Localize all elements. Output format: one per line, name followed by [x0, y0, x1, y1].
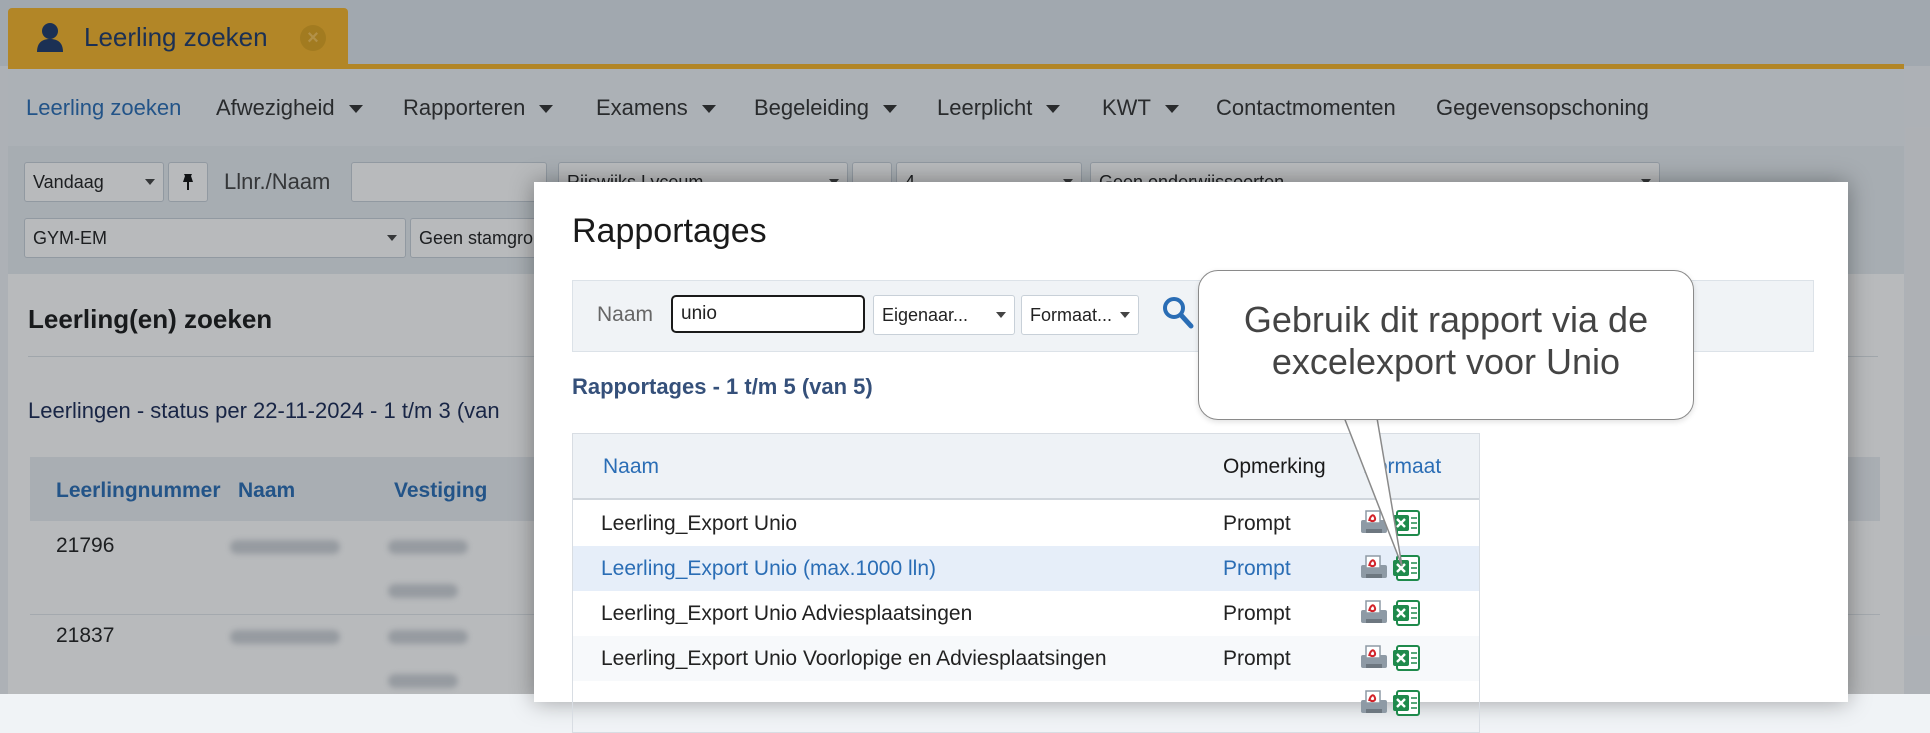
- table-row[interactable]: Leerling_Export Unio Adviesplaatsingen P…: [573, 591, 1479, 636]
- table-row[interactable]: Leerling_Export Unio Prompt: [573, 501, 1479, 546]
- report-remark: Prompt: [1223, 647, 1291, 670]
- callout-tooltip: Gebruik dit rapport via de excelexport v…: [1198, 270, 1694, 420]
- report-name: Leerling_Export Unio (max.1000 lln): [601, 557, 937, 580]
- report-remark: Prompt: [1223, 557, 1291, 580]
- table-row[interactable]: Leerling_Export Unio Voorlopige en Advie…: [573, 636, 1479, 681]
- table-row[interactable]: [573, 681, 1479, 726]
- pdf-icon[interactable]: [1359, 554, 1389, 582]
- excel-icon[interactable]: [1391, 554, 1421, 582]
- naam-search-input[interactable]: [671, 295, 865, 333]
- column-formaat[interactable]: Formaat: [1363, 455, 1441, 479]
- naam-label: Naam: [597, 303, 654, 326]
- column-opmerking[interactable]: Opmerking: [1223, 455, 1326, 479]
- formaat-select[interactable]: Formaat...: [1021, 295, 1139, 335]
- rapportages-dialog: Rapportages Naam Eigenaar... Formaat... …: [534, 182, 1848, 733]
- excel-icon[interactable]: [1391, 689, 1421, 717]
- pdf-icon[interactable]: [1359, 689, 1389, 717]
- column-naam[interactable]: Naam: [603, 455, 659, 479]
- reports-table: Naam Opmerking Formaat Leerling_Export U…: [572, 433, 1480, 733]
- reports-table-header: Naam Opmerking Formaat: [573, 434, 1479, 500]
- table-row[interactable]: Leerling_Export Unio (max.1000 lln) Prom…: [573, 546, 1479, 591]
- excel-icon[interactable]: [1391, 509, 1421, 537]
- pdf-icon[interactable]: [1359, 644, 1389, 672]
- pdf-icon[interactable]: [1359, 509, 1389, 537]
- dialog-title: Rapportages: [572, 212, 767, 250]
- report-name: Leerling_Export Unio Adviesplaatsingen: [601, 602, 973, 625]
- report-name: Leerling_Export Unio Voorlopige en Advie…: [601, 647, 1107, 670]
- results-count: Rapportages - 1 t/m 5 (van 5): [572, 374, 873, 399]
- excel-icon[interactable]: [1391, 644, 1421, 672]
- excel-icon[interactable]: [1391, 599, 1421, 627]
- eigenaar-select[interactable]: Eigenaar...: [873, 295, 1015, 335]
- report-remark: Prompt: [1223, 602, 1291, 625]
- pdf-icon[interactable]: [1359, 599, 1389, 627]
- callout-text: Gebruik dit rapport via de excelexport v…: [1243, 299, 1649, 382]
- search-icon[interactable]: [1161, 295, 1195, 331]
- report-name: Leerling_Export Unio: [601, 512, 798, 535]
- report-remark: Prompt: [1223, 512, 1291, 535]
